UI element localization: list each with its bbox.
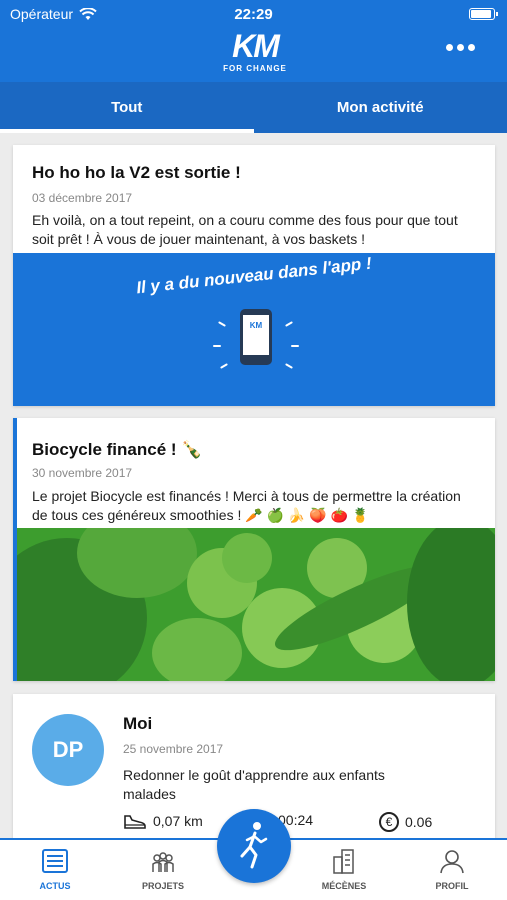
banner-text: Il y a du nouveau dans l'app ! [135,253,373,298]
user-icon [440,850,464,874]
phone-logo: KM [249,321,263,330]
card-date: 25 novembre 2017 [123,742,224,756]
news-card-v2[interactable]: Ho ho ho la V2 est sortie ! 03 décembre … [13,145,495,406]
tab-mecenes[interactable]: MÉCÈNES [294,840,394,900]
card-title: Ho ho ho la V2 est sortie ! [32,163,241,182]
status-bar: Opérateur 22:29 [0,0,507,28]
people-icon [152,852,174,872]
shoe-icon [124,815,146,829]
avatar: DP [32,714,104,786]
more-options-icon[interactable] [446,44,475,51]
card-body: Eh voilà, on a tout repeint, on a couru … [32,212,458,247]
distance-value: 0,07 km [153,813,203,829]
card-banner-image: Il y a du nouveau dans l'app ! KM [13,253,495,406]
battery-icon [469,8,498,20]
tab-all[interactable]: Tout [0,82,254,133]
activity-stats: 0,07 km 00:24 € 0.06 [123,812,485,834]
tab-label: ACTUS [39,881,71,891]
tab-label: MÉCÈNES [321,881,367,891]
phone-icon: KM [240,309,272,365]
card-date: 03 décembre 2017 [32,191,133,205]
card-date: 30 novembre 2017 [32,466,133,480]
logo-tagline: FOR CHANGE [223,64,287,73]
card-body: Redonner le goût d'apprendre aux enfants… [123,767,385,802]
clock: 22:29 [234,6,273,23]
news-card-biocycle[interactable]: Biocycle financé ! 🍾 30 novembre 2017 Le… [13,418,495,681]
euro-icon: € [379,812,399,832]
amount-value: 0.06 [405,814,433,830]
tab-label: PROFIL [435,881,469,891]
start-run-button[interactable] [217,809,291,883]
card-body: Le projet Biocycle est financés ! Merci … [32,488,461,523]
runner-icon [240,822,268,869]
buildings-icon [333,849,354,874]
app-logo: KM FOR CHANGE [215,30,295,74]
tab-label: PROJETS [141,881,184,891]
logo-text: KM [232,28,280,64]
tab-actus[interactable]: ACTUS [5,840,105,900]
tab-profil[interactable]: PROFIL [402,840,502,900]
card-title: Moi [123,714,153,733]
vegetables-photo [17,528,495,681]
tab-projets[interactable]: PROJETS [113,840,213,900]
news-list-icon [42,849,68,873]
app-header: Opérateur 22:29 KM FOR CHANGE Tout Mon a… [0,0,507,133]
feed-tabs: Tout Mon activité [0,82,507,133]
tab-my-activity[interactable]: Mon activité [254,82,507,133]
card-title: Biocycle financé ! 🍾 [32,440,203,459]
